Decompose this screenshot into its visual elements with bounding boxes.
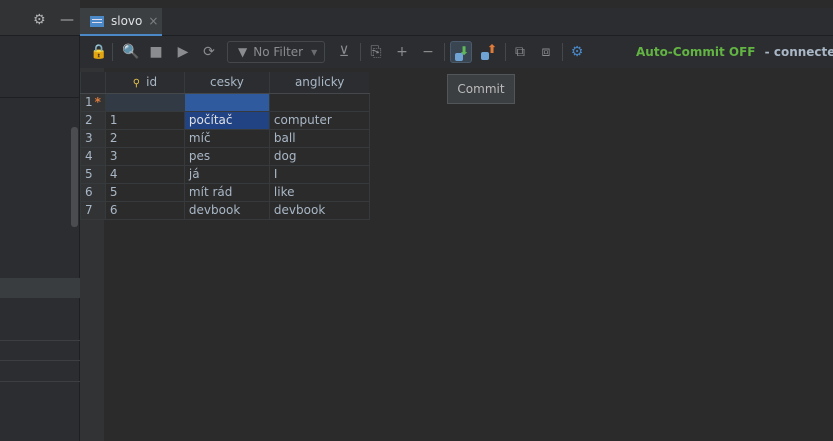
table-row-new[interactable]: 1 * bbox=[80, 92, 370, 112]
column-header-cesky[interactable]: cesky bbox=[183, 72, 270, 94]
cell-id[interactable]: 6 bbox=[104, 200, 185, 220]
left-panel: ⚙ — bbox=[0, 0, 80, 441]
connection-status: - connected bbox=[764, 45, 833, 59]
search-icon[interactable]: 🔍 bbox=[122, 44, 139, 60]
database-icon bbox=[481, 52, 489, 60]
autocommit-status[interactable]: Auto-Commit OFF bbox=[636, 45, 755, 59]
table-row[interactable]: 7 6 devbook devbook bbox=[80, 200, 370, 220]
column-header-id[interactable]: ⚲ id bbox=[104, 72, 185, 94]
commit-button[interactable]: ⬇ bbox=[450, 41, 472, 63]
table-row[interactable]: 2 1 počítač computer bbox=[80, 110, 370, 130]
cell-cesky[interactable] bbox=[183, 92, 270, 112]
gutter-header bbox=[80, 72, 106, 94]
toolbar-separator bbox=[444, 43, 445, 61]
transaction-status: Auto-Commit OFF - connected bbox=[636, 45, 833, 59]
tab-title: slovo bbox=[111, 14, 143, 28]
divider bbox=[0, 360, 80, 361]
cell-cesky[interactable]: mít rád bbox=[183, 182, 270, 202]
hide-panel-icon[interactable]: — bbox=[60, 13, 74, 27]
add-row-icon[interactable]: + bbox=[394, 44, 410, 60]
cell-anglicky[interactable]: computer bbox=[268, 110, 370, 130]
table-row[interactable]: 3 2 míč ball bbox=[80, 128, 370, 148]
cell-anglicky[interactable]: like bbox=[268, 182, 370, 202]
chevron-down-icon: ▼ bbox=[311, 47, 318, 57]
row-number: 5 bbox=[80, 164, 106, 184]
cell-anglicky[interactable] bbox=[268, 92, 370, 112]
close-icon[interactable]: × bbox=[148, 14, 158, 28]
cell-id[interactable]: 4 bbox=[104, 164, 185, 184]
table-icon bbox=[90, 15, 104, 27]
cell-id[interactable]: 5 bbox=[104, 182, 185, 202]
cell-anglicky[interactable]: ball bbox=[268, 128, 370, 148]
cell-cesky-selected[interactable]: počítač bbox=[183, 110, 270, 130]
cell-id[interactable] bbox=[104, 92, 185, 112]
cell-cesky[interactable]: míč bbox=[183, 128, 270, 148]
tab-slovo[interactable]: slovo × bbox=[80, 8, 162, 36]
duplicate-icon[interactable]: ⎘ bbox=[368, 44, 384, 60]
new-row-marker: * bbox=[94, 95, 101, 109]
database-icon bbox=[455, 53, 463, 61]
refresh-icon[interactable]: ⟳ bbox=[201, 44, 217, 60]
filter-dropdown[interactable]: ▼ No Filter ▼ bbox=[227, 41, 325, 63]
row-number: 2 bbox=[80, 110, 106, 130]
row-number: 7 bbox=[80, 200, 106, 220]
compare-icon[interactable]: ⧈ bbox=[538, 44, 554, 60]
data-grid: ⚲ id cesky anglicky 1 * 2 1 počítač comput… bbox=[80, 72, 370, 220]
cell-id[interactable]: 2 bbox=[104, 128, 185, 148]
clear-filter-icon[interactable]: ⊻ bbox=[336, 44, 352, 60]
cell-cesky[interactable]: devbook bbox=[183, 200, 270, 220]
settings-icon[interactable]: ⚙ bbox=[569, 44, 585, 60]
editor-tab-bar: slovo × bbox=[80, 8, 833, 36]
cell-cesky[interactable]: pes bbox=[183, 146, 270, 166]
header-row: ⚲ id cesky anglicky bbox=[80, 72, 370, 94]
stop-icon[interactable]: ■ bbox=[148, 44, 164, 60]
toolbar-separator bbox=[505, 43, 506, 61]
row-number: 4 bbox=[80, 146, 106, 166]
cell-id[interactable]: 1 bbox=[104, 110, 185, 130]
row-number: 3 bbox=[80, 128, 106, 148]
divider bbox=[0, 340, 80, 341]
lock-icon[interactable]: 🔒 bbox=[90, 44, 107, 60]
data-toolbar: 🔒 🔍 ■ ▶ ⟳ ▼ No Filter ▼ ⊻ ⎘ + − ⬇ ⬆ ⧉ ⧈ … bbox=[80, 36, 833, 68]
row-number: 6 bbox=[80, 182, 106, 202]
table-row[interactable]: 4 3 pes dog bbox=[80, 146, 370, 166]
gear-icon[interactable]: ⚙ bbox=[33, 13, 47, 27]
filter-label: No Filter bbox=[253, 45, 304, 59]
cell-anglicky[interactable]: devbook bbox=[268, 200, 370, 220]
toolbar-separator bbox=[562, 43, 563, 61]
table-row[interactable]: 5 4 já I bbox=[80, 164, 370, 184]
column-header-anglicky[interactable]: anglicky bbox=[268, 72, 370, 94]
toolbar-separator bbox=[360, 43, 361, 61]
copy-icon[interactable]: ⧉ bbox=[512, 44, 528, 60]
primary-key-icon: ⚲ bbox=[132, 78, 141, 90]
left-panel-header: ⚙ — bbox=[0, 0, 80, 36]
database-editor-window: ⚙ — slovo × 🔒 🔍 ■ ▶ ⟳ ▼ No Filter ▼ ⊻ ⎘ bbox=[0, 0, 833, 441]
scrollbar[interactable] bbox=[71, 127, 78, 227]
divider bbox=[0, 381, 80, 382]
table-row[interactable]: 6 5 mít rád like bbox=[80, 182, 370, 202]
cell-cesky[interactable]: já bbox=[183, 164, 270, 184]
cell-anglicky[interactable]: I bbox=[268, 164, 370, 184]
remove-row-icon[interactable]: − bbox=[420, 44, 436, 60]
selected-tree-item[interactable] bbox=[0, 278, 80, 298]
run-icon[interactable]: ▶ bbox=[175, 44, 191, 60]
row-number: 1 * bbox=[80, 92, 106, 112]
filter-icon: ▼ bbox=[238, 45, 248, 59]
commit-tooltip: Commit bbox=[447, 74, 515, 104]
cell-id[interactable]: 3 bbox=[104, 146, 185, 166]
toolbar-separator bbox=[112, 43, 113, 61]
divider bbox=[0, 97, 80, 98]
cell-anglicky[interactable]: dog bbox=[268, 146, 370, 166]
